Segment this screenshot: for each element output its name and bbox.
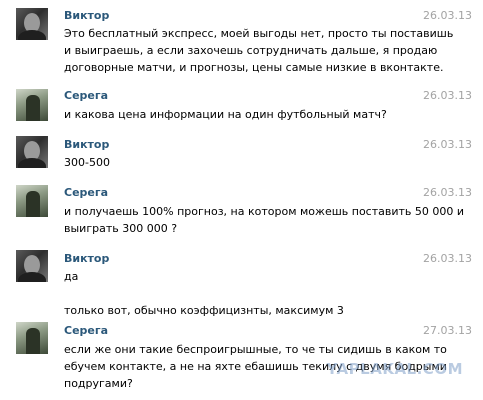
message-date: 26.03.13 — [423, 186, 472, 199]
message-date: 26.03.13 — [423, 9, 472, 22]
avatar-figure — [26, 95, 40, 121]
message-text: и получаешь 100% прогноз, на котором мож… — [64, 203, 469, 237]
message-text: и какова цена информации на один футболь… — [64, 106, 469, 123]
text-line: и получаешь 100% прогноз, на котором мож… — [64, 205, 465, 218]
viktor-avatar[interactable] — [16, 136, 48, 168]
text-line: да — [64, 270, 79, 283]
author-name[interactable]: Серега — [64, 324, 108, 337]
author-name[interactable]: Серега — [64, 89, 108, 102]
message-date: 26.03.13 — [423, 138, 472, 151]
text-line: выиграть 300 000 ? — [64, 222, 178, 235]
author-name[interactable]: Виктор — [64, 252, 109, 265]
text-line: и какова цена информации на один футболь… — [64, 108, 387, 121]
serega-avatar[interactable] — [16, 322, 48, 354]
viktor-avatar[interactable] — [16, 8, 48, 40]
author-name[interactable]: Виктор — [64, 9, 109, 22]
text-line — [64, 285, 469, 302]
message-date: 26.03.13 — [423, 89, 472, 102]
serega-avatar[interactable] — [16, 185, 48, 217]
author-name[interactable]: Виктор — [64, 138, 109, 151]
message-text: Это бесплатный экспресс, моей выгоды нет… — [64, 25, 469, 76]
text-line: 300-500 — [64, 156, 110, 169]
avatar-figure — [26, 191, 40, 217]
message-date: 26.03.13 — [423, 252, 472, 265]
text-line: и выиграешь, а если захочешь сотрудничат… — [64, 44, 438, 57]
avatar-shoulders — [18, 272, 46, 282]
text-line: если же они такие беспроигрышные, то че … — [64, 343, 447, 356]
message-text: 300-500 — [64, 154, 469, 171]
text-line: только вот, обычно коэффицизнты, максиму… — [64, 304, 344, 317]
message-date: 27.03.13 — [423, 324, 472, 337]
avatar-shoulders — [18, 30, 46, 40]
avatar-shoulders — [18, 158, 46, 168]
text-line: договорные матчи, и прогнозы, цены самые… — [64, 61, 444, 74]
viktor-avatar[interactable] — [16, 250, 48, 282]
watermark: YAPLAKAL.COM — [326, 360, 463, 378]
avatar-figure — [26, 328, 40, 354]
message-text: да только вот, обычно коэффицизнты, макс… — [64, 268, 469, 319]
text-line: Это бесплатный экспресс, моей выгоды нет… — [64, 27, 454, 40]
author-name[interactable]: Серега — [64, 186, 108, 199]
serega-avatar[interactable] — [16, 89, 48, 121]
